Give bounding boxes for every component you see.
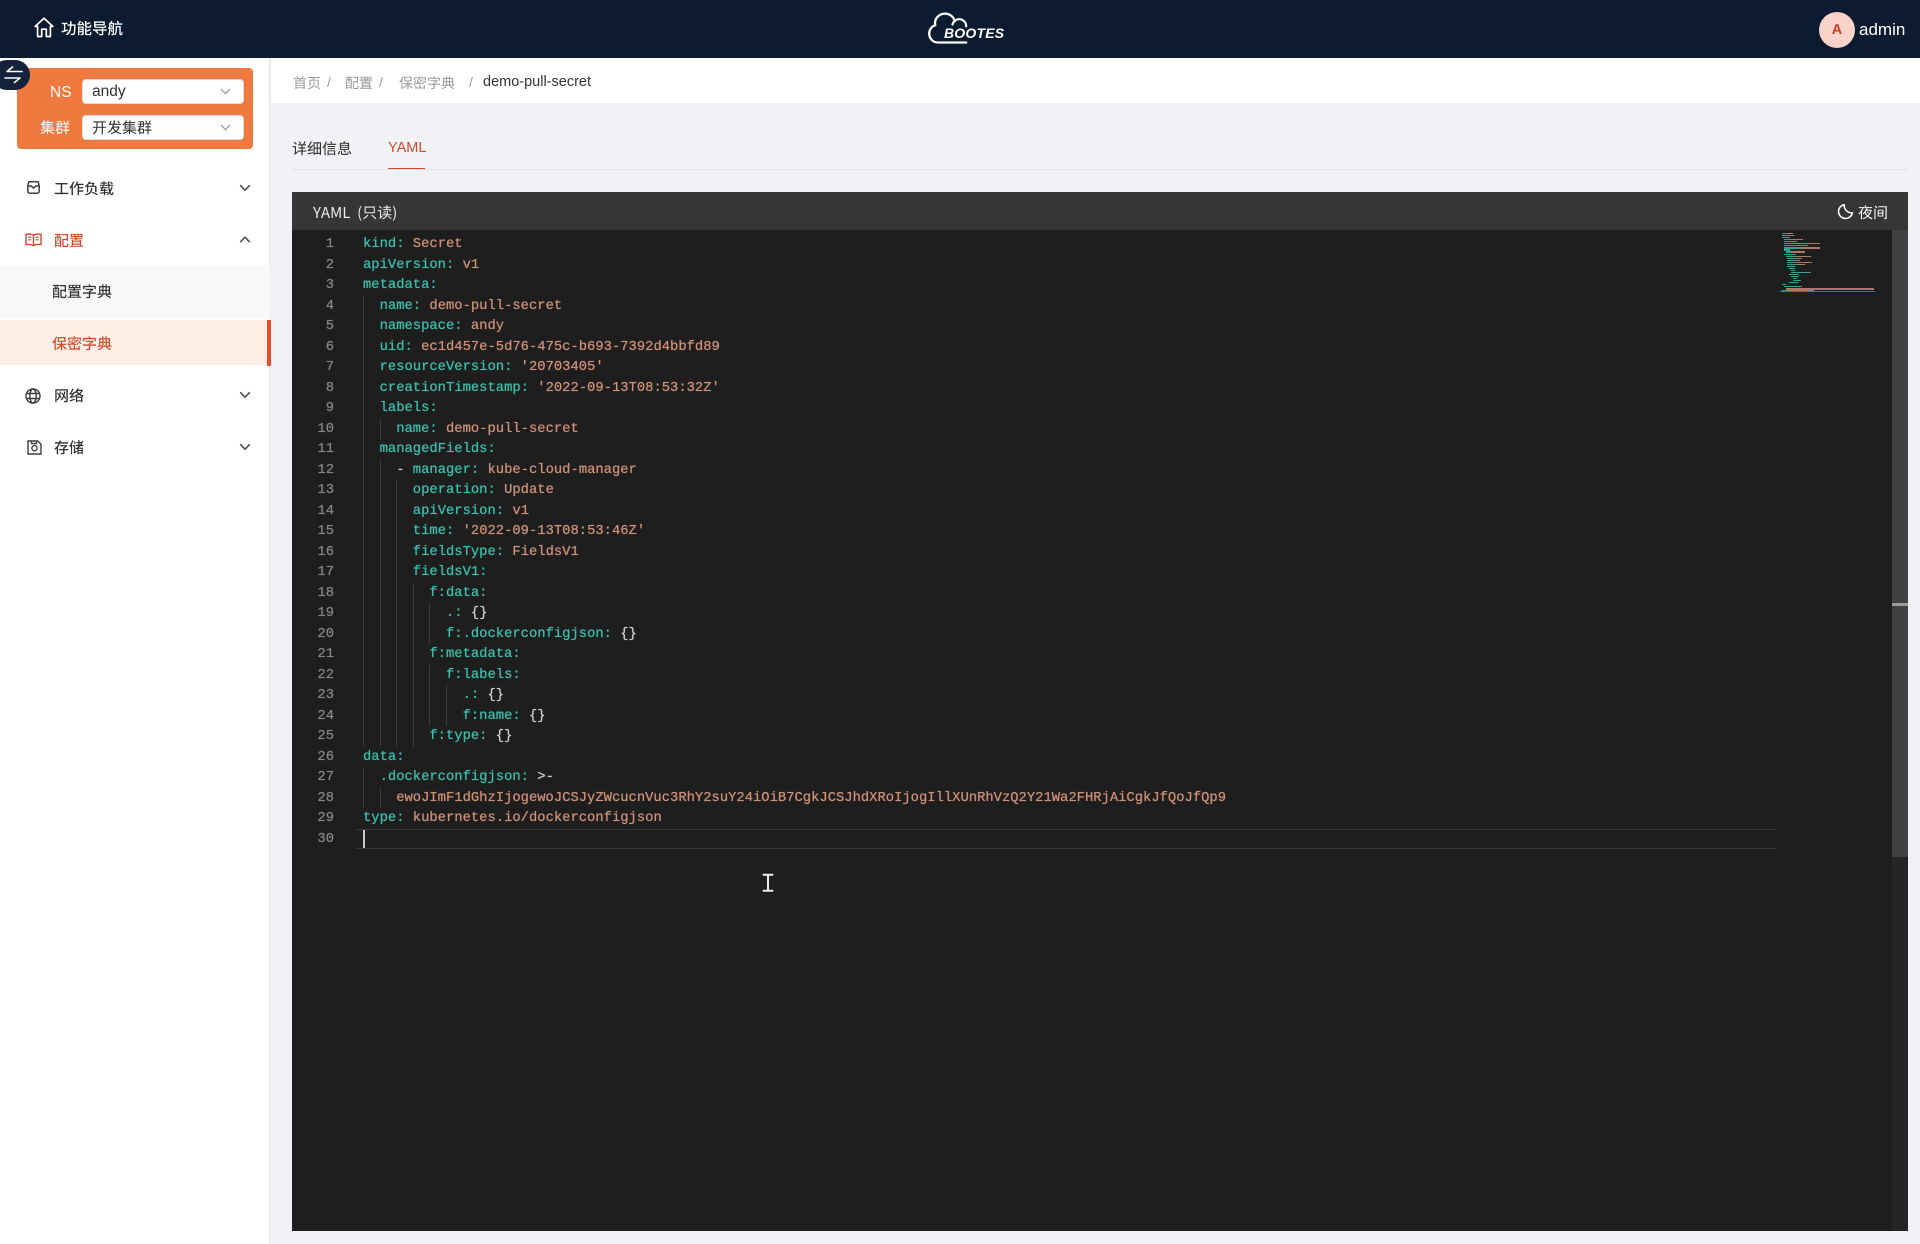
svg-text:BOOTES: BOOTES [944,25,1005,41]
